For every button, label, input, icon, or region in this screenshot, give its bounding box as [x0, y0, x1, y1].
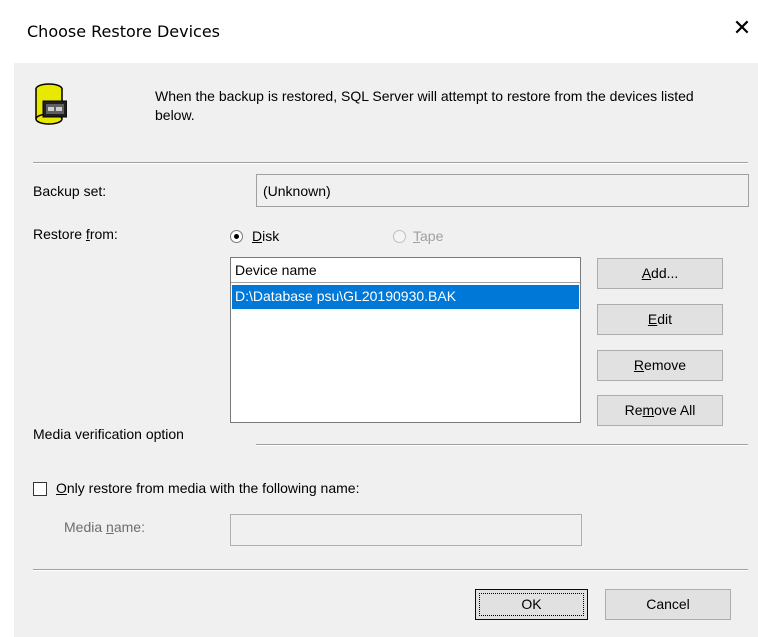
- focus-rectangle: [479, 593, 584, 616]
- add-button[interactable]: Add...: [597, 258, 723, 289]
- remove-button[interactable]: Remove: [597, 350, 723, 381]
- title-bar: Choose Restore Devices ✕: [0, 0, 758, 63]
- cancel-button[interactable]: Cancel: [605, 589, 731, 620]
- only-restore-checkbox[interactable]: [33, 482, 47, 496]
- tape-radio-label[interactable]: Tape: [413, 228, 443, 244]
- dialog-title: Choose Restore Devices: [27, 22, 221, 41]
- media-verification-divider: [256, 444, 748, 446]
- intro-text: When the backup is restored, SQL Server …: [155, 88, 694, 123]
- close-icon[interactable]: ✕: [730, 17, 754, 41]
- device-listbox[interactable]: Device name D:\Database psu\GL20190930.B…: [230, 257, 581, 423]
- device-path: D:\Database psu\GL20190930.BAK: [235, 288, 457, 304]
- device-name-column-header[interactable]: Device name: [231, 258, 580, 283]
- disk-radio-label[interactable]: Disk: [252, 228, 279, 244]
- database-backup-icon: [35, 83, 67, 125]
- tape-radio[interactable]: [393, 230, 406, 243]
- backup-set-value: (Unknown): [263, 183, 331, 199]
- footer-divider: [33, 569, 748, 571]
- edit-button[interactable]: Edit: [597, 304, 723, 335]
- ok-button[interactable]: OK: [475, 589, 588, 620]
- restore-from-label: Restore from:: [33, 226, 118, 242]
- remove-all-button[interactable]: Remove All: [597, 395, 723, 426]
- media-name-label: Media name:: [64, 519, 145, 535]
- list-item[interactable]: D:\Database psu\GL20190930.BAK: [232, 285, 579, 309]
- disk-radio[interactable]: [230, 230, 243, 243]
- media-verification-label: Media verification option: [33, 426, 184, 442]
- backup-set-field: (Unknown): [256, 174, 749, 207]
- only-restore-label[interactable]: Only restore from media with the followi…: [56, 480, 359, 496]
- backup-set-label: Backup set:: [33, 183, 107, 199]
- column-header-label: Device name: [235, 262, 317, 278]
- media-name-input[interactable]: [230, 514, 582, 546]
- top-divider: [33, 162, 748, 164]
